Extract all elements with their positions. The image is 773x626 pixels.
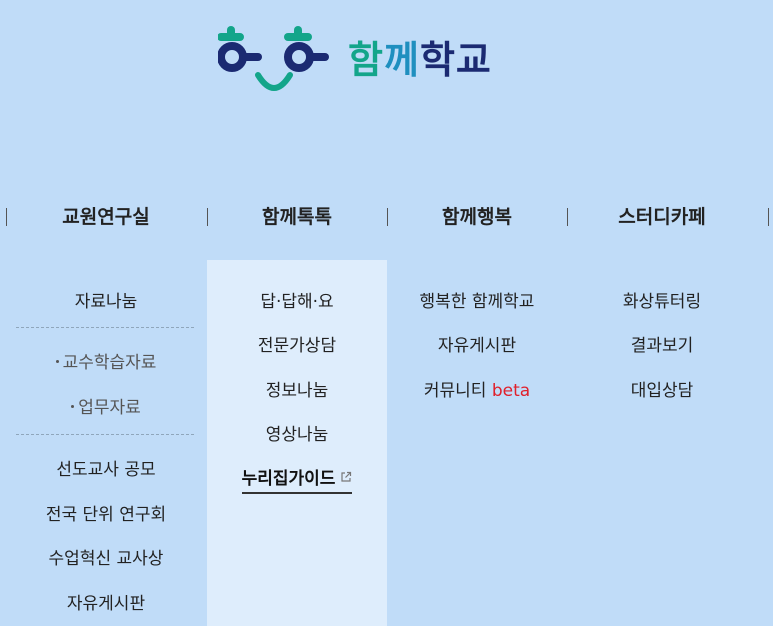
submenu-item-label: 교수학습자료 <box>62 353 157 373</box>
logo-text-part2: 께 <box>383 38 420 82</box>
submenu-item-label: 업무자료 <box>78 398 141 418</box>
submenu-item-happy-school[interactable]: 행복한 함께학교 <box>387 287 567 312</box>
submenu-item-national-unit[interactable]: 전국 단위 연구회 <box>16 500 196 525</box>
submenu-item-work-materials[interactable]: 업무자료 <box>16 393 196 418</box>
submenu-item-expert[interactable]: 전문가상담 <box>207 331 387 356</box>
site-logo[interactable]: 함께학교 <box>218 22 492 102</box>
submenu-item-results[interactable]: 결과보기 <box>567 331 757 356</box>
submenu-item-video[interactable]: 영상나눔 <box>207 420 387 445</box>
bullet-icon <box>55 359 59 363</box>
submenu-item-admission[interactable]: 대입상담 <box>567 376 757 401</box>
nav-study-cafe[interactable]: 스터디카페 <box>567 195 757 239</box>
logo-wordmark: 함께학교 <box>348 41 492 79</box>
submenu-item-teaching-materials[interactable]: 교수학습자료 <box>16 348 196 373</box>
submenu-item-guide[interactable]: 누리집가이드 <box>207 464 387 494</box>
external-link-icon <box>341 471 352 482</box>
submenu-item-community[interactable]: 커뮤니티 beta <box>387 376 567 401</box>
nav-separator <box>6 208 7 226</box>
nav-talktalk[interactable]: 함께톡톡 <box>207 195 387 239</box>
nav-happiness[interactable]: 함께행복 <box>387 195 567 239</box>
bullet-icon <box>71 404 75 408</box>
logo-symbol-icon <box>218 26 329 91</box>
submenu-item-class-innovation[interactable]: 수업혁신 교사상 <box>16 544 196 569</box>
submenu-item-video-tutoring[interactable]: 화상튜터링 <box>567 287 757 312</box>
submenu-item-qna[interactable]: 답·답해·요 <box>207 287 387 312</box>
submenu-item-label: 커뮤니티 <box>423 381 487 401</box>
submenu-divider <box>16 434 194 435</box>
guide-link-label: 누리집가이드 <box>241 469 336 489</box>
nav-separator <box>768 208 769 226</box>
submenu-item-leading-teacher[interactable]: 선도교사 공모 <box>16 455 196 480</box>
nav-research-room[interactable]: 교원연구실 <box>16 195 196 239</box>
global-nav: 교원연구실 함께톡톡 함께행복 스터디카페 <box>0 195 773 239</box>
logo-text-part3: 학교 <box>419 38 492 82</box>
submenu-divider <box>16 327 194 328</box>
guide-link[interactable]: 누리집가이드 <box>241 464 353 494</box>
logo-text-part1: 함 <box>348 38 384 82</box>
beta-badge: beta <box>491 381 531 401</box>
submenu-item-archive[interactable]: 자료나눔 <box>16 287 196 312</box>
submenu-item-info[interactable]: 정보나눔 <box>207 376 387 401</box>
submenu-item-free-board[interactable]: 자유게시판 <box>387 331 567 356</box>
submenu-item-free-board[interactable]: 자유게시판 <box>16 589 196 614</box>
